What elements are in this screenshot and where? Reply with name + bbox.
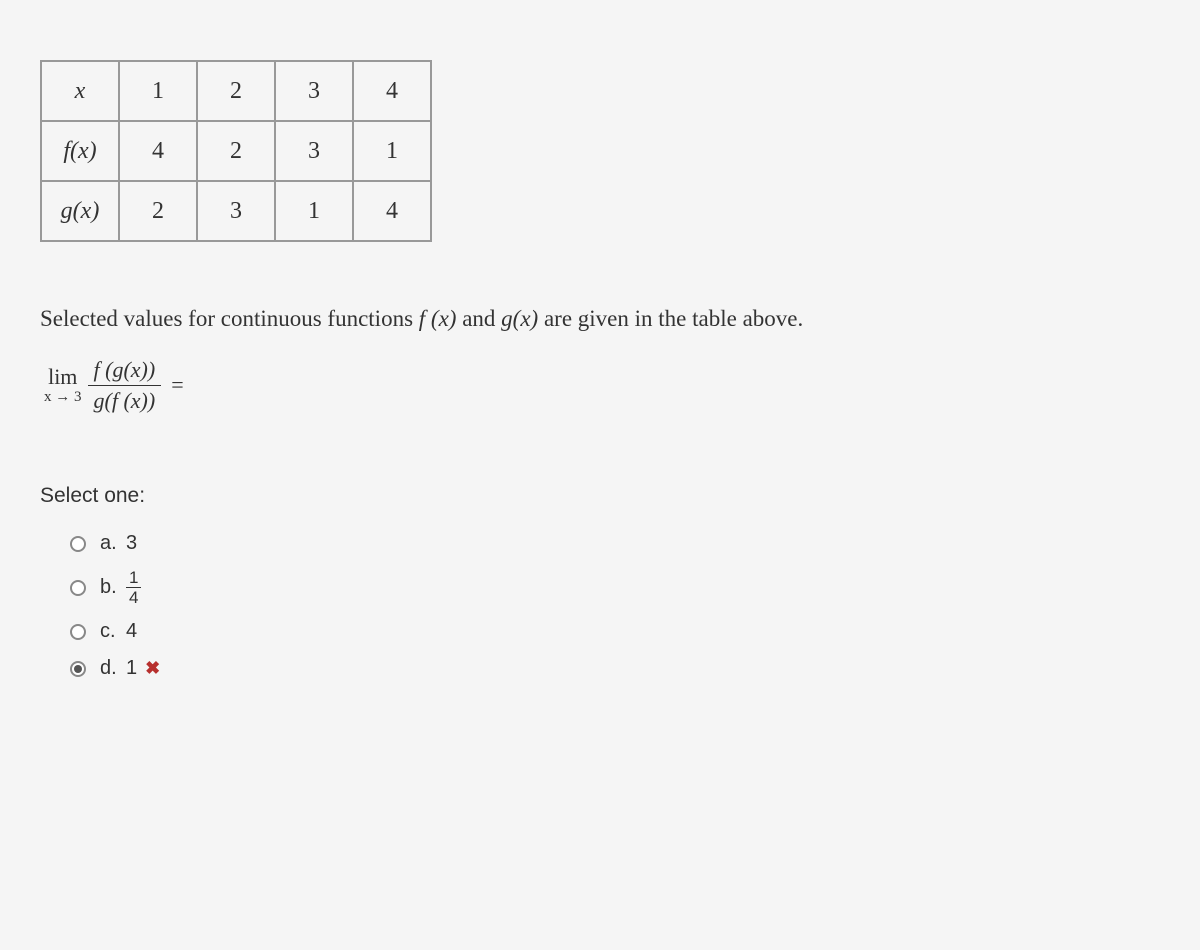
cell-f-4: 1 xyxy=(353,121,431,181)
equals-sign: = xyxy=(171,372,183,398)
table-row: g(x) 2 3 1 4 xyxy=(41,181,431,241)
table-row: f(x) 4 2 3 1 xyxy=(41,121,431,181)
limit-operator: lim x → 3 xyxy=(44,366,82,405)
radio-d[interactable] xyxy=(70,661,86,677)
options-list: a. 3 b. 1 4 c. 4 d. 1 ✖ xyxy=(40,532,1160,680)
cell-g-3: 1 xyxy=(275,181,353,241)
lim-word: lim xyxy=(48,366,77,388)
cell-f-2: 2 xyxy=(197,121,275,181)
values-table: x 1 2 3 4 f(x) 4 2 3 1 g(x) 2 3 1 4 xyxy=(40,60,432,242)
header-x: x xyxy=(41,61,119,121)
option-letter: d. xyxy=(100,657,126,680)
option-letter: c. xyxy=(100,620,126,643)
option-value: 3 xyxy=(126,532,137,555)
option-value: 1 4 xyxy=(126,569,141,606)
frac-bot: 4 xyxy=(126,588,141,606)
header-col-4: 4 xyxy=(353,61,431,121)
cell-f-1: 4 xyxy=(119,121,197,181)
option-fraction: 1 4 xyxy=(126,569,141,606)
option-a[interactable]: a. 3 xyxy=(70,532,1160,555)
cell-g-4: 4 xyxy=(353,181,431,241)
cell-g-2: 3 xyxy=(197,181,275,241)
radio-c[interactable] xyxy=(70,624,86,640)
f-label: f (x) xyxy=(419,306,457,331)
option-c[interactable]: c. 4 xyxy=(70,620,1160,643)
option-value-text: 1 xyxy=(126,657,137,680)
fraction-numerator: f (g(x)) xyxy=(88,357,162,386)
limit-expression: lim x → 3 f (g(x)) g(f (x)) = xyxy=(40,357,1160,415)
option-value: 4 xyxy=(126,620,137,643)
header-col-2: 2 xyxy=(197,61,275,121)
question-prefix: Selected values for continuous functions xyxy=(40,306,419,331)
row-label-f: f(x) xyxy=(41,121,119,181)
header-col-3: 3 xyxy=(275,61,353,121)
limit-fraction: f (g(x)) g(f (x)) xyxy=(88,357,162,415)
cell-g-1: 2 xyxy=(119,181,197,241)
question-text: Selected values for continuous functions… xyxy=(40,302,1160,337)
fraction-denominator: g(f (x)) xyxy=(88,386,162,414)
wrong-icon: ✖ xyxy=(145,658,160,679)
lim-subscript: x → 3 xyxy=(44,390,82,405)
cell-f-3: 3 xyxy=(275,121,353,181)
frac-top: 1 xyxy=(126,569,141,588)
row-label-g: g(x) xyxy=(41,181,119,241)
option-letter: a. xyxy=(100,532,126,555)
question-suffix: are given in the table above. xyxy=(538,306,803,331)
question-mid: and xyxy=(456,306,501,331)
option-value: 1 ✖ xyxy=(126,657,160,680)
radio-b[interactable] xyxy=(70,580,86,596)
select-one-label: Select one: xyxy=(40,484,1160,508)
option-d[interactable]: d. 1 ✖ xyxy=(70,657,1160,680)
table-header-row: x 1 2 3 4 xyxy=(41,61,431,121)
radio-a[interactable] xyxy=(70,536,86,552)
g-label: g(x) xyxy=(501,306,538,331)
option-letter: b. xyxy=(100,576,126,599)
header-col-1: 1 xyxy=(119,61,197,121)
option-b[interactable]: b. 1 4 xyxy=(70,569,1160,606)
